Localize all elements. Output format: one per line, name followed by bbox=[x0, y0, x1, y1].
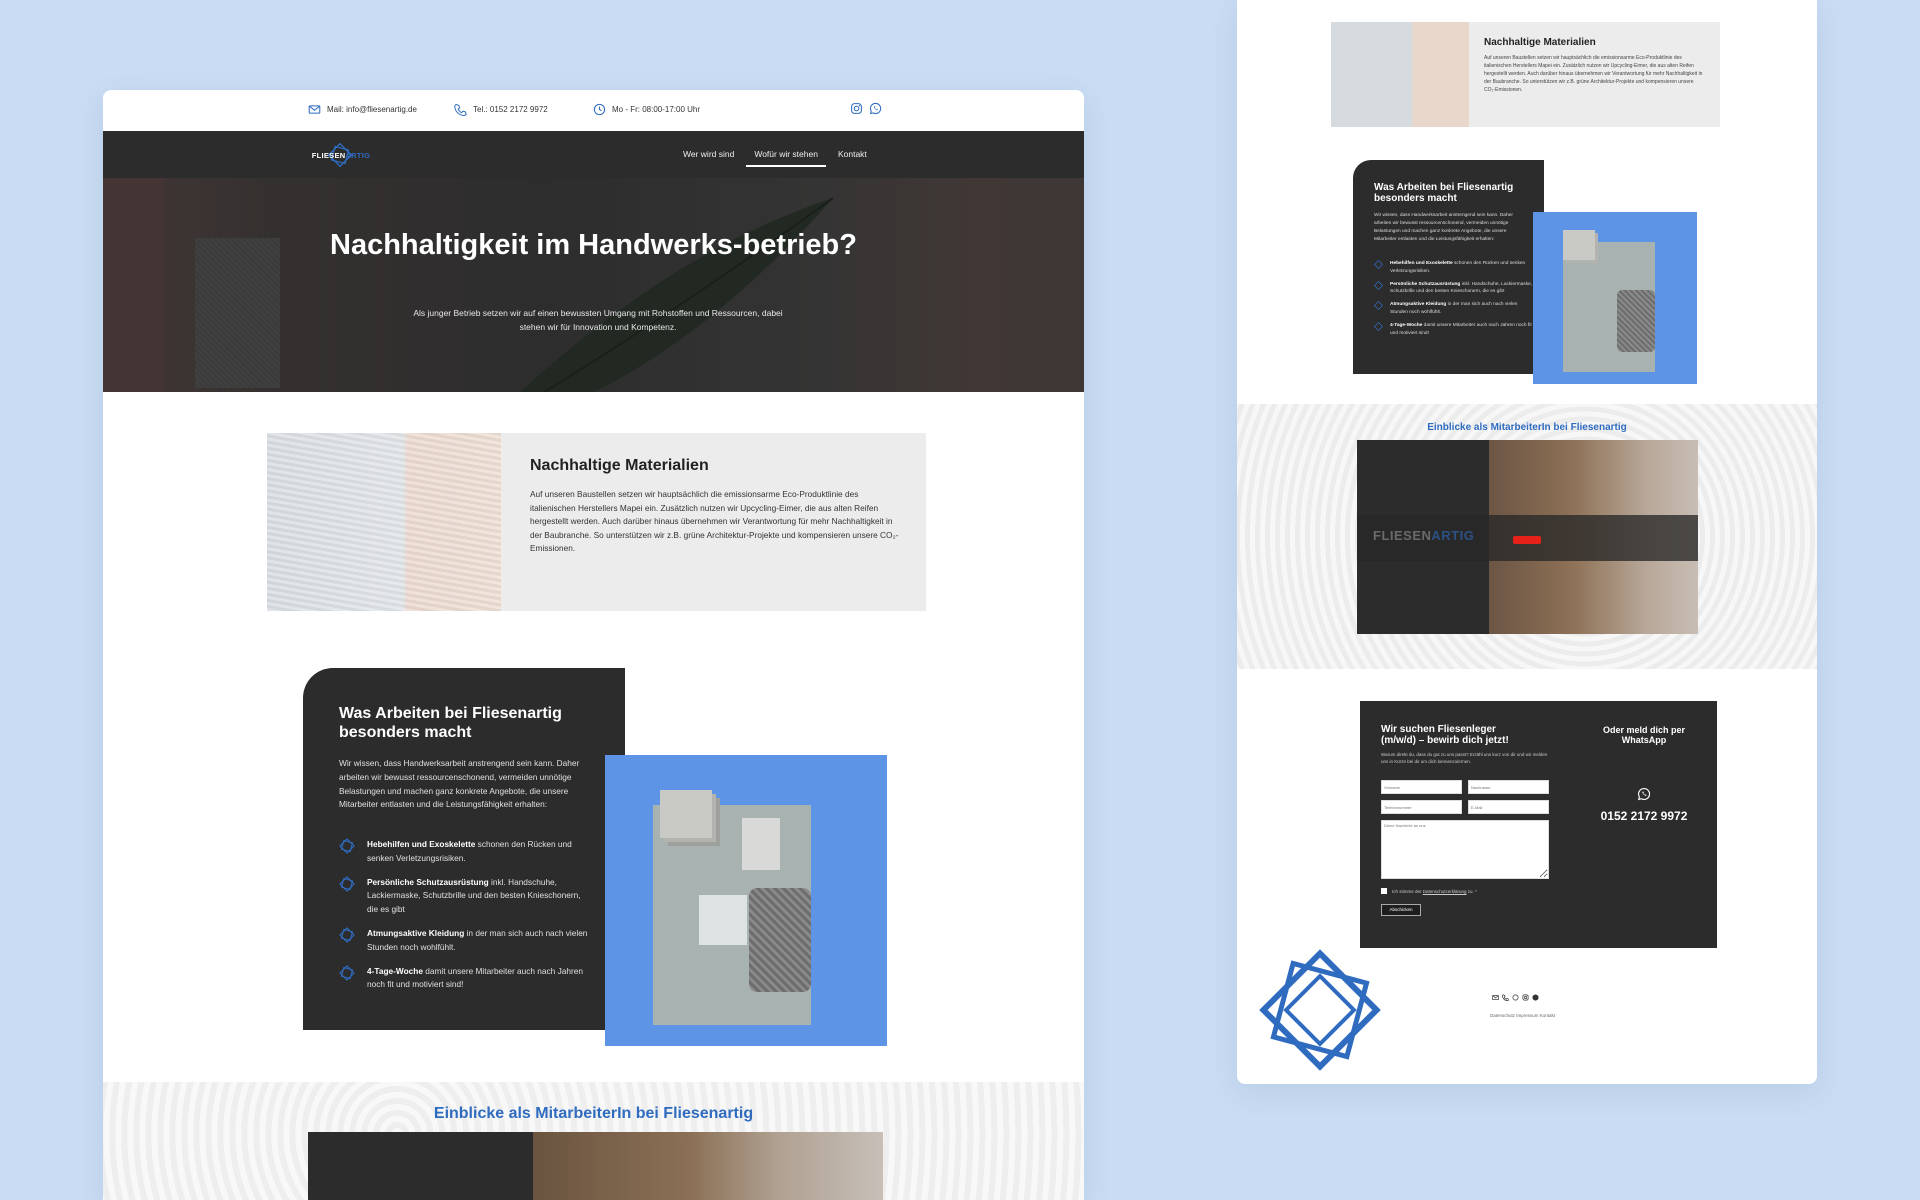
phone-icon[interactable] bbox=[1502, 994, 1509, 1001]
email-field[interactable] bbox=[1468, 800, 1549, 814]
benefit-icon bbox=[1374, 321, 1383, 331]
form-title: Wir suchen Fliesenleger (m/w/d) – bewirb… bbox=[1381, 724, 1509, 746]
whatsapp-icon[interactable] bbox=[869, 102, 882, 115]
benefits-list: Hebehilfen und Exoskelette schonen den R… bbox=[1374, 260, 1534, 342]
work-text: Wir wissen, dass Handwerksarbeit anstren… bbox=[1374, 213, 1513, 242]
list-item: Persönliche Schutzausrüstung inkl. Hands… bbox=[339, 875, 589, 917]
top-contact-bar: Mail: info@fliesenartig.de Tel.: 0152 21… bbox=[103, 90, 1084, 131]
social-links bbox=[850, 102, 882, 115]
insights-section: Einblicke als MitarbeiterIn bei Fliesena… bbox=[103, 1082, 1084, 1200]
list-item: 4-Tage-Woche damit unsere Mitarbeiter au… bbox=[339, 964, 589, 993]
message-field[interactable] bbox=[1381, 820, 1549, 879]
facebook-icon[interactable] bbox=[1532, 994, 1539, 1001]
consent-checkbox[interactable]: Ich stimme der Datenschutzerklärung zu. … bbox=[1381, 888, 1477, 894]
checkbox-box[interactable] bbox=[1381, 888, 1387, 894]
nav-item-contact[interactable]: Kontakt bbox=[838, 149, 867, 167]
list-item: Hebehilfen und Exoskelette schonen den R… bbox=[339, 838, 589, 866]
hero-section: Nachhaltigkeit im Handwerks-betrieb? Als… bbox=[103, 178, 1084, 392]
phone-contact[interactable]: Tel.: 0152 2172 9972 bbox=[454, 103, 548, 116]
materials-text: Auf unseren Baustellen setzen wir haupts… bbox=[1484, 55, 1703, 93]
materials-image bbox=[267, 433, 501, 611]
insights-video[interactable] bbox=[308, 1132, 883, 1200]
work-title: Was Arbeiten bei Fliesenartig besonders … bbox=[339, 705, 562, 741]
materials-text: Auf unseren Baustellen setzen wir haupts… bbox=[530, 489, 899, 554]
list-item: Atmungsaktive Kleidung in der man sich a… bbox=[339, 927, 589, 955]
materials-title: Nachhaltige Materialien bbox=[530, 457, 709, 474]
hero-title: Nachhaltigkeit im Handwerks-betrieb? bbox=[330, 229, 857, 261]
footer-links[interactable]: Datenschutz Impressum Kontakt bbox=[1490, 1013, 1555, 1018]
materials-section: Nachhaltige Materialien Auf unseren Baus… bbox=[1331, 22, 1720, 127]
submit-button[interactable]: Abschicken bbox=[1381, 904, 1421, 916]
insights-video[interactable]: FLIESENARTIG bbox=[1357, 440, 1698, 634]
clock-icon bbox=[593, 103, 606, 116]
phone-text: Tel.: 0152 2172 9972 bbox=[473, 105, 548, 114]
website-preview-continued: Nachhaltige Materialien Auf unseren Baus… bbox=[1237, 0, 1817, 1084]
lastname-field[interactable] bbox=[1468, 780, 1549, 794]
mail-icon bbox=[308, 103, 321, 116]
application-form-card: Wir suchen Fliesenleger (m/w/d) – bewirb… bbox=[1360, 701, 1717, 948]
nav-links: Wer wird sind Wofür wir stehen Kontakt bbox=[683, 149, 867, 167]
instagram-icon[interactable] bbox=[1522, 994, 1529, 1001]
whatsapp-phone[interactable]: 0152 2172 9972 bbox=[1588, 809, 1700, 823]
materials-image bbox=[1331, 22, 1469, 127]
hours-info: Mo - Fr: 08:00-17:00 Uhr bbox=[593, 103, 700, 116]
mail-icon[interactable] bbox=[1492, 994, 1499, 1001]
privacy-link[interactable]: Datenschutzerklärung bbox=[1423, 889, 1467, 894]
hero-overlay bbox=[103, 178, 1084, 392]
tiles-image bbox=[605, 755, 887, 1046]
website-preview-desktop: Mail: info@fliesenartig.de Tel.: 0152 21… bbox=[103, 90, 1084, 1200]
whatsapp-icon[interactable] bbox=[1637, 787, 1651, 801]
benefit-icon bbox=[339, 927, 355, 943]
list-item: 4-Tage-Woche damit unsere Mitarbeiter au… bbox=[1374, 321, 1534, 338]
benefits-list: Hebehilfen und Exoskelette schonen den R… bbox=[339, 838, 589, 1002]
list-item: Hebehilfen und Exoskelette schonen den R… bbox=[1374, 260, 1534, 276]
video-load-button[interactable] bbox=[1513, 536, 1541, 544]
benefit-icon bbox=[339, 875, 355, 892]
nav-item-about[interactable]: Wer wird sind bbox=[683, 149, 734, 167]
whatsapp-icon[interactable] bbox=[1512, 994, 1519, 1001]
hero-text: Als junger Betrieb setzen wir auf einen … bbox=[413, 308, 783, 332]
footer-social-icons bbox=[1492, 994, 1539, 1001]
benefit-icon bbox=[1374, 301, 1383, 311]
work-benefits-card: Was Arbeiten bei Fliesenartig besonders … bbox=[303, 668, 625, 1030]
main-navigation: FLIESENARTIG Wer wird sind Wofür wir ste… bbox=[103, 131, 1084, 178]
work-title: Was Arbeiten bei Fliesenartig besonders … bbox=[1374, 182, 1514, 204]
whatsapp-title: Oder meld dich per WhatsApp bbox=[1602, 725, 1686, 745]
insights-section: Einblicke als MitarbeiterIn bei Fliesena… bbox=[1237, 404, 1817, 669]
benefit-icon bbox=[339, 964, 355, 981]
work-text: Wir wissen, dass Handwerksarbeit anstren… bbox=[339, 758, 580, 810]
materials-section: Nachhaltige Materialien Auf unseren Baus… bbox=[267, 433, 926, 611]
video-logo: FLIESENARTIG bbox=[1373, 528, 1475, 543]
benefit-icon bbox=[339, 838, 355, 854]
logo-mark-large-icon bbox=[1259, 949, 1381, 1071]
phone-field[interactable] bbox=[1381, 800, 1462, 814]
logo-text: FLIESENARTIG bbox=[311, 150, 371, 160]
instagram-icon[interactable] bbox=[850, 102, 863, 115]
mail-contact[interactable]: Mail: info@fliesenartig.de bbox=[308, 103, 417, 116]
nav-item-values[interactable]: Wofür wir stehen bbox=[746, 149, 826, 167]
insights-title: Einblicke als MitarbeiterIn bei Fliesena… bbox=[433, 1105, 754, 1122]
firstname-field[interactable] bbox=[1381, 780, 1462, 794]
phone-icon bbox=[454, 103, 467, 116]
work-benefits-card: Was Arbeiten bei Fliesenartig besonders … bbox=[1353, 160, 1544, 374]
list-item: Atmungsaktive Kleidung in der man sich a… bbox=[1374, 301, 1534, 317]
brand-logo[interactable]: FLIESENARTIG bbox=[311, 139, 371, 171]
form-text: Warum direkt du, dass du gut zu uns pass… bbox=[1381, 752, 1548, 764]
list-item: Persönliche Schutzausrüstung inkl. Hands… bbox=[1374, 280, 1534, 297]
benefit-icon bbox=[1374, 260, 1383, 269]
mail-text: Mail: info@fliesenartig.de bbox=[327, 105, 417, 114]
materials-title: Nachhaltige Materialien bbox=[1484, 37, 1596, 48]
tiles-image bbox=[1533, 212, 1697, 384]
benefit-icon bbox=[1374, 280, 1383, 290]
insights-title: Einblicke als MitarbeiterIn bei Fliesena… bbox=[1427, 422, 1627, 433]
hours-text: Mo - Fr: 08:00-17:00 Uhr bbox=[612, 105, 701, 114]
